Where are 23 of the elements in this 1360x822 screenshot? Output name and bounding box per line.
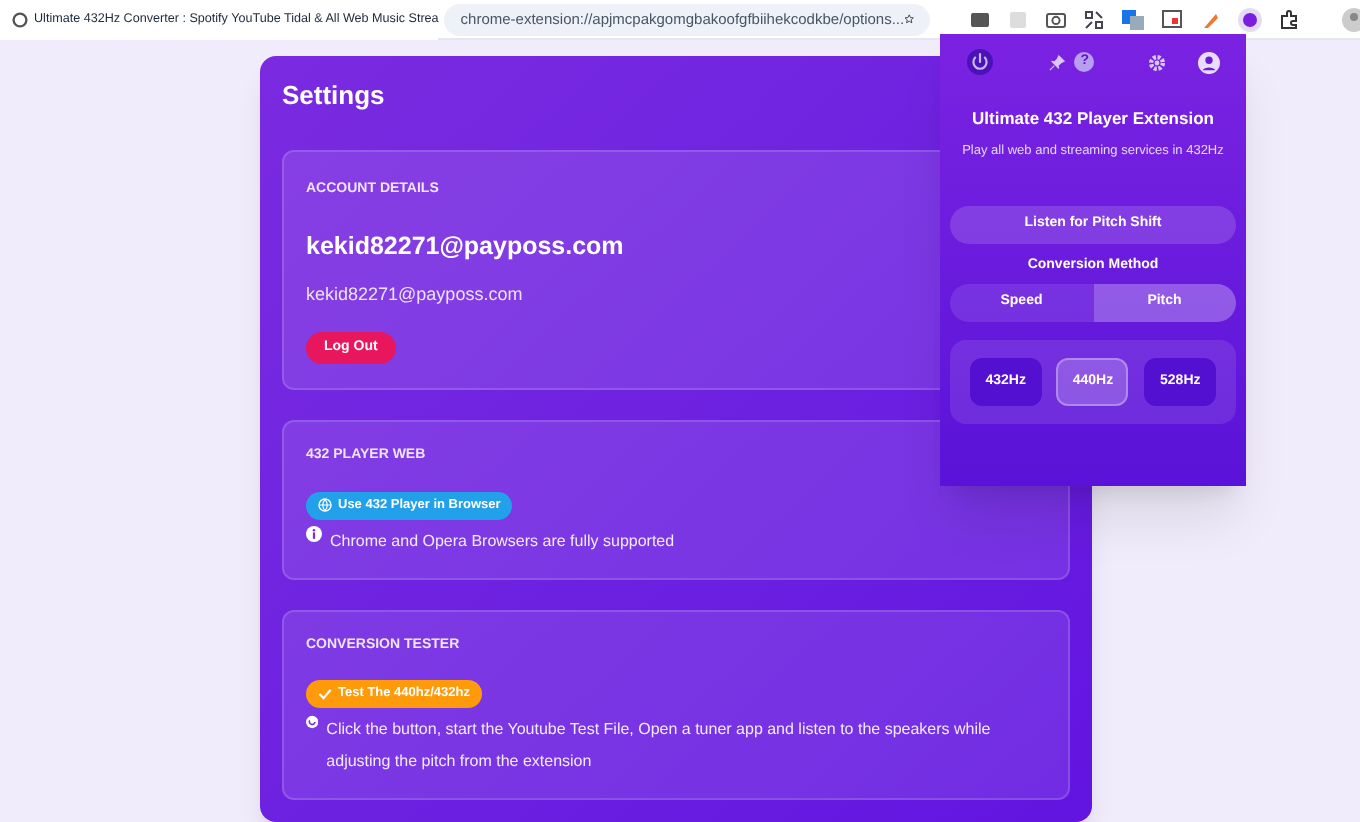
power-icon[interactable]	[966, 48, 994, 76]
account-email: kekid82271@payposs.com	[306, 281, 523, 308]
translate-icon[interactable]	[1122, 9, 1145, 29]
pin-icon[interactable]	[1048, 53, 1067, 71]
note-text: Click the button, start the Youtube Test File, Open a tuner app and listen to the speakers while adjusting the pitch from the extension	[326, 718, 993, 775]
extension-icon[interactable]	[970, 11, 991, 27]
page-icon	[12, 11, 28, 27]
extension-icon[interactable]	[1238, 7, 1263, 31]
star-icon[interactable]	[904, 10, 915, 28]
settings-icon[interactable]	[1145, 51, 1168, 73]
extension-icon[interactable]	[1084, 9, 1105, 29]
settings-title: Settings	[282, 78, 385, 114]
info-icon	[306, 525, 322, 542]
extension-icon[interactable]	[1162, 10, 1183, 28]
user-icon[interactable]	[1197, 51, 1220, 73]
note-text: Chrome and Opera Browsers are fully supported	[330, 529, 675, 554]
camera-icon[interactable]	[1046, 10, 1067, 28]
account-name: kekid82271@payposs.com	[306, 230, 624, 264]
puzzle-icon[interactable]	[1280, 9, 1301, 29]
globe-icon	[318, 498, 332, 513]
check-icon	[318, 688, 332, 701]
popup-title: Ultimate 432 Player Extension	[970, 106, 1216, 132]
profile-icon[interactable]	[1342, 7, 1360, 31]
